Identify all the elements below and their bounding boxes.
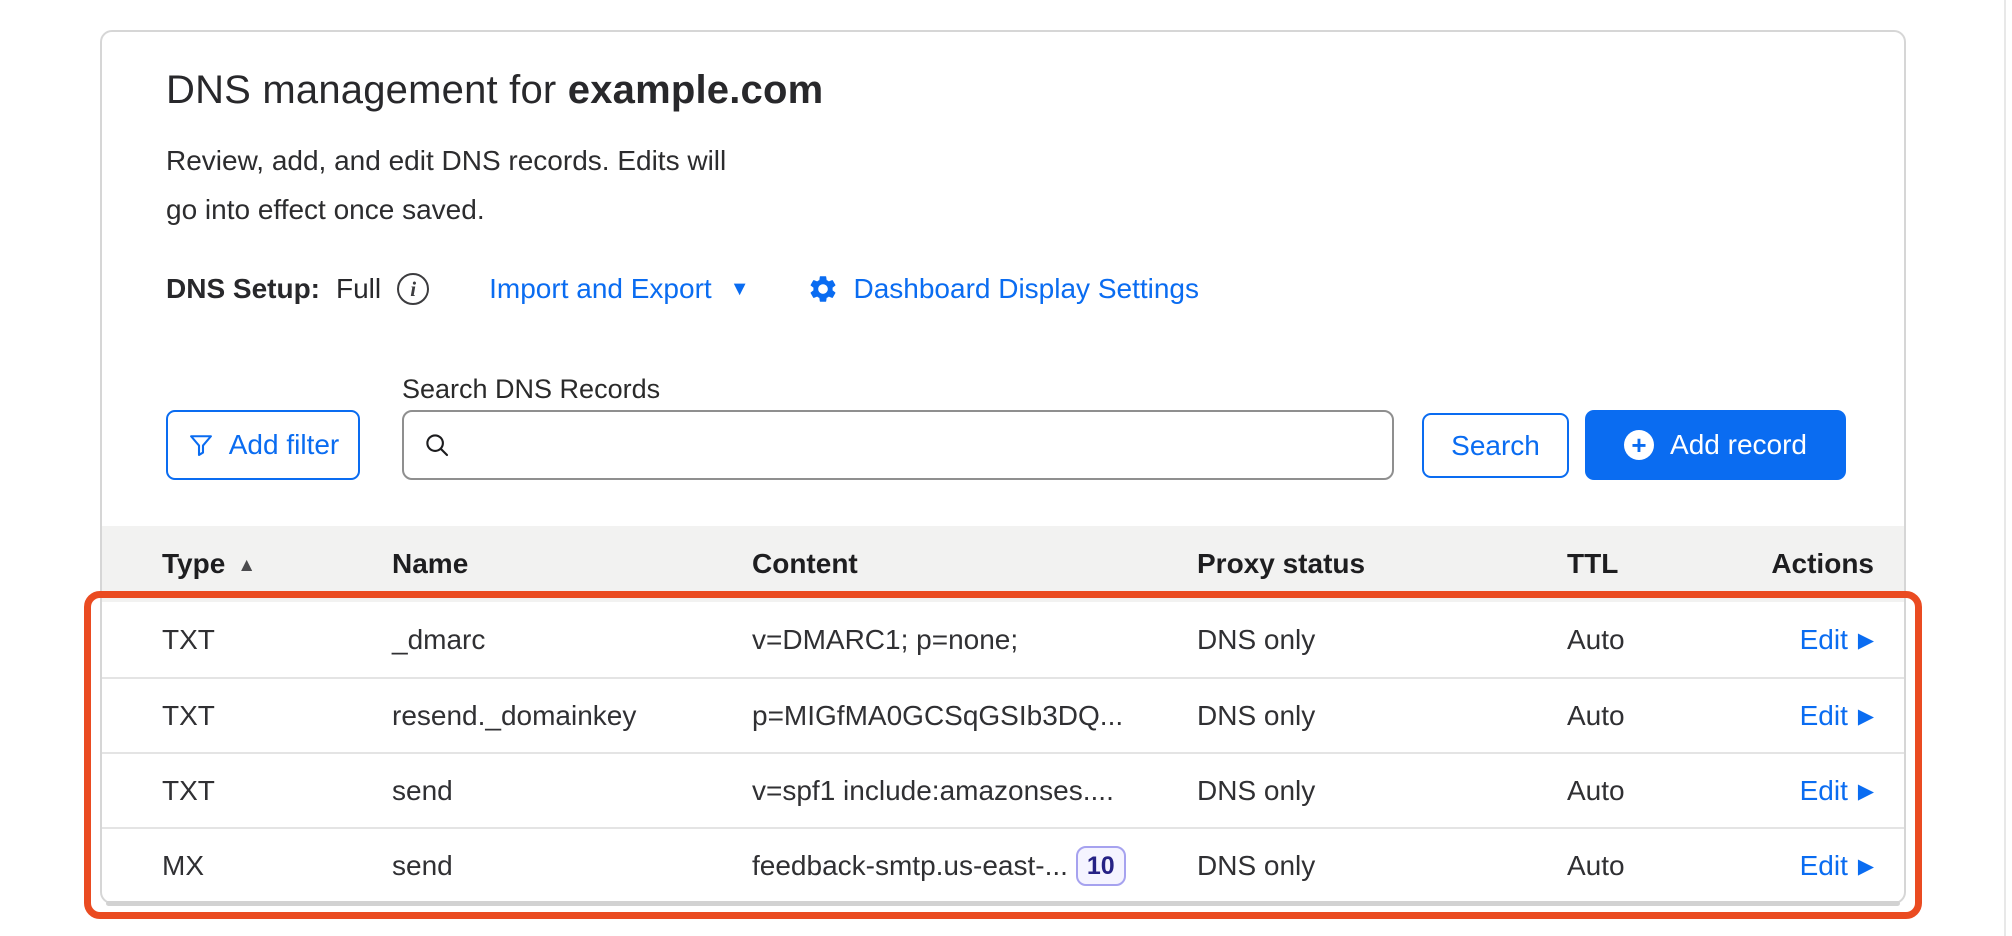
- edit-record-button[interactable]: Edit▶: [1800, 850, 1874, 882]
- cell-content: v=DMARC1; p=none;: [752, 624, 1197, 656]
- column-header-proxy-status[interactable]: Proxy status: [1197, 548, 1567, 580]
- search-icon: [422, 430, 452, 460]
- gear-icon: [807, 273, 839, 305]
- search-button-label: Search: [1451, 430, 1540, 462]
- plus-icon: +: [1624, 430, 1654, 460]
- column-header-content[interactable]: Content: [752, 548, 1197, 580]
- cell-name: _dmarc: [392, 624, 752, 656]
- page-title: DNS management for example.com: [166, 68, 823, 113]
- add-filter-label: Add filter: [229, 429, 340, 461]
- add-filter-button[interactable]: Add filter: [166, 410, 360, 480]
- filter-funnel-icon: [187, 431, 215, 459]
- edit-record-button[interactable]: Edit▶: [1800, 775, 1874, 807]
- cell-proxy-status: DNS only: [1197, 775, 1567, 807]
- cell-ttl: Auto: [1567, 775, 1757, 807]
- cell-content: feedback-smtp.us-east-...10: [752, 846, 1197, 886]
- page-edge-divider: [2004, 0, 2006, 936]
- sort-ascending-icon: ▲: [237, 555, 256, 576]
- dns-setup-value: Full: [336, 273, 381, 305]
- cell-type: TXT: [102, 775, 392, 807]
- edit-arrow-icon: ▶: [1858, 854, 1874, 878]
- dns-management-page: DNS management for example.com Review, a…: [0, 0, 2012, 936]
- table-row: TXT send v=spf1 include:amazonses.... DN…: [102, 752, 1904, 827]
- dashboard-display-settings-link[interactable]: Dashboard Display Settings: [807, 273, 1199, 305]
- search-field-label: Search DNS Records: [402, 374, 660, 405]
- info-icon[interactable]: i: [397, 273, 429, 305]
- add-record-label: Add record: [1670, 429, 1807, 461]
- chevron-down-icon: ▼: [730, 278, 750, 301]
- search-button[interactable]: Search: [1422, 413, 1569, 478]
- cell-proxy-status: DNS only: [1197, 700, 1567, 732]
- edit-arrow-icon: ▶: [1858, 779, 1874, 803]
- page-title-prefix: DNS management for: [166, 68, 568, 112]
- edit-record-button[interactable]: Edit▶: [1800, 700, 1874, 732]
- cell-ttl: Auto: [1567, 624, 1757, 656]
- page-description: Review, add, and edit DNS records. Edits…: [166, 136, 726, 234]
- cell-type: TXT: [102, 624, 392, 656]
- cell-ttl: Auto: [1567, 700, 1757, 732]
- cell-proxy-status: DNS only: [1197, 850, 1567, 882]
- table-row: TXT _dmarc v=DMARC1; p=none; DNS only Au…: [102, 602, 1904, 677]
- mx-priority-badge: 10: [1076, 846, 1126, 886]
- table-body: TXT _dmarc v=DMARC1; p=none; DNS only Au…: [102, 602, 1904, 902]
- cell-type: MX: [102, 850, 392, 882]
- edit-record-button[interactable]: Edit▶: [1800, 624, 1874, 656]
- import-and-export-link[interactable]: Import and Export ▼: [489, 273, 749, 305]
- cell-ttl: Auto: [1567, 850, 1757, 882]
- dns-setup-row: DNS Setup: Full i Import and Export ▼ Das…: [166, 266, 1199, 312]
- dashboard-display-settings-label: Dashboard Display Settings: [853, 273, 1199, 305]
- dns-setup-label: DNS Setup:: [166, 273, 320, 305]
- column-header-actions: Actions: [1757, 548, 1904, 580]
- cell-name: resend._domainkey: [392, 700, 752, 732]
- import-and-export-label: Import and Export: [489, 273, 712, 305]
- page-description-line1: Review, add, and edit DNS records. Edits…: [166, 136, 726, 185]
- cell-content: v=spf1 include:amazonses....: [752, 775, 1197, 807]
- column-header-name[interactable]: Name: [392, 548, 752, 580]
- table-row: MX send feedback-smtp.us-east-...10 DNS …: [102, 827, 1904, 902]
- table-bottom-scrollbar[interactable]: [106, 901, 1900, 906]
- add-record-button[interactable]: + Add record: [1585, 410, 1846, 480]
- page-title-domain: example.com: [568, 68, 824, 112]
- page-description-line2: go into effect once saved.: [166, 185, 726, 234]
- dns-management-card: DNS management for example.com Review, a…: [100, 30, 1906, 904]
- cell-content: p=MIGfMA0GCSqGSIb3DQ...: [752, 700, 1197, 732]
- edit-arrow-icon: ▶: [1858, 628, 1874, 652]
- search-box: [402, 410, 1394, 480]
- cell-type: TXT: [102, 700, 392, 732]
- search-input[interactable]: [464, 415, 1374, 475]
- cell-name: send: [392, 850, 752, 882]
- column-header-type[interactable]: Type▲: [102, 548, 392, 580]
- cell-proxy-status: DNS only: [1197, 624, 1567, 656]
- table-row: TXT resend._domainkey p=MIGfMA0GCSqGSIb3…: [102, 677, 1904, 752]
- table-header-row: Type▲ Name Content Proxy status TTL Acti…: [102, 526, 1904, 602]
- column-header-ttl[interactable]: TTL: [1567, 548, 1757, 580]
- edit-arrow-icon: ▶: [1858, 704, 1874, 728]
- cell-name: send: [392, 775, 752, 807]
